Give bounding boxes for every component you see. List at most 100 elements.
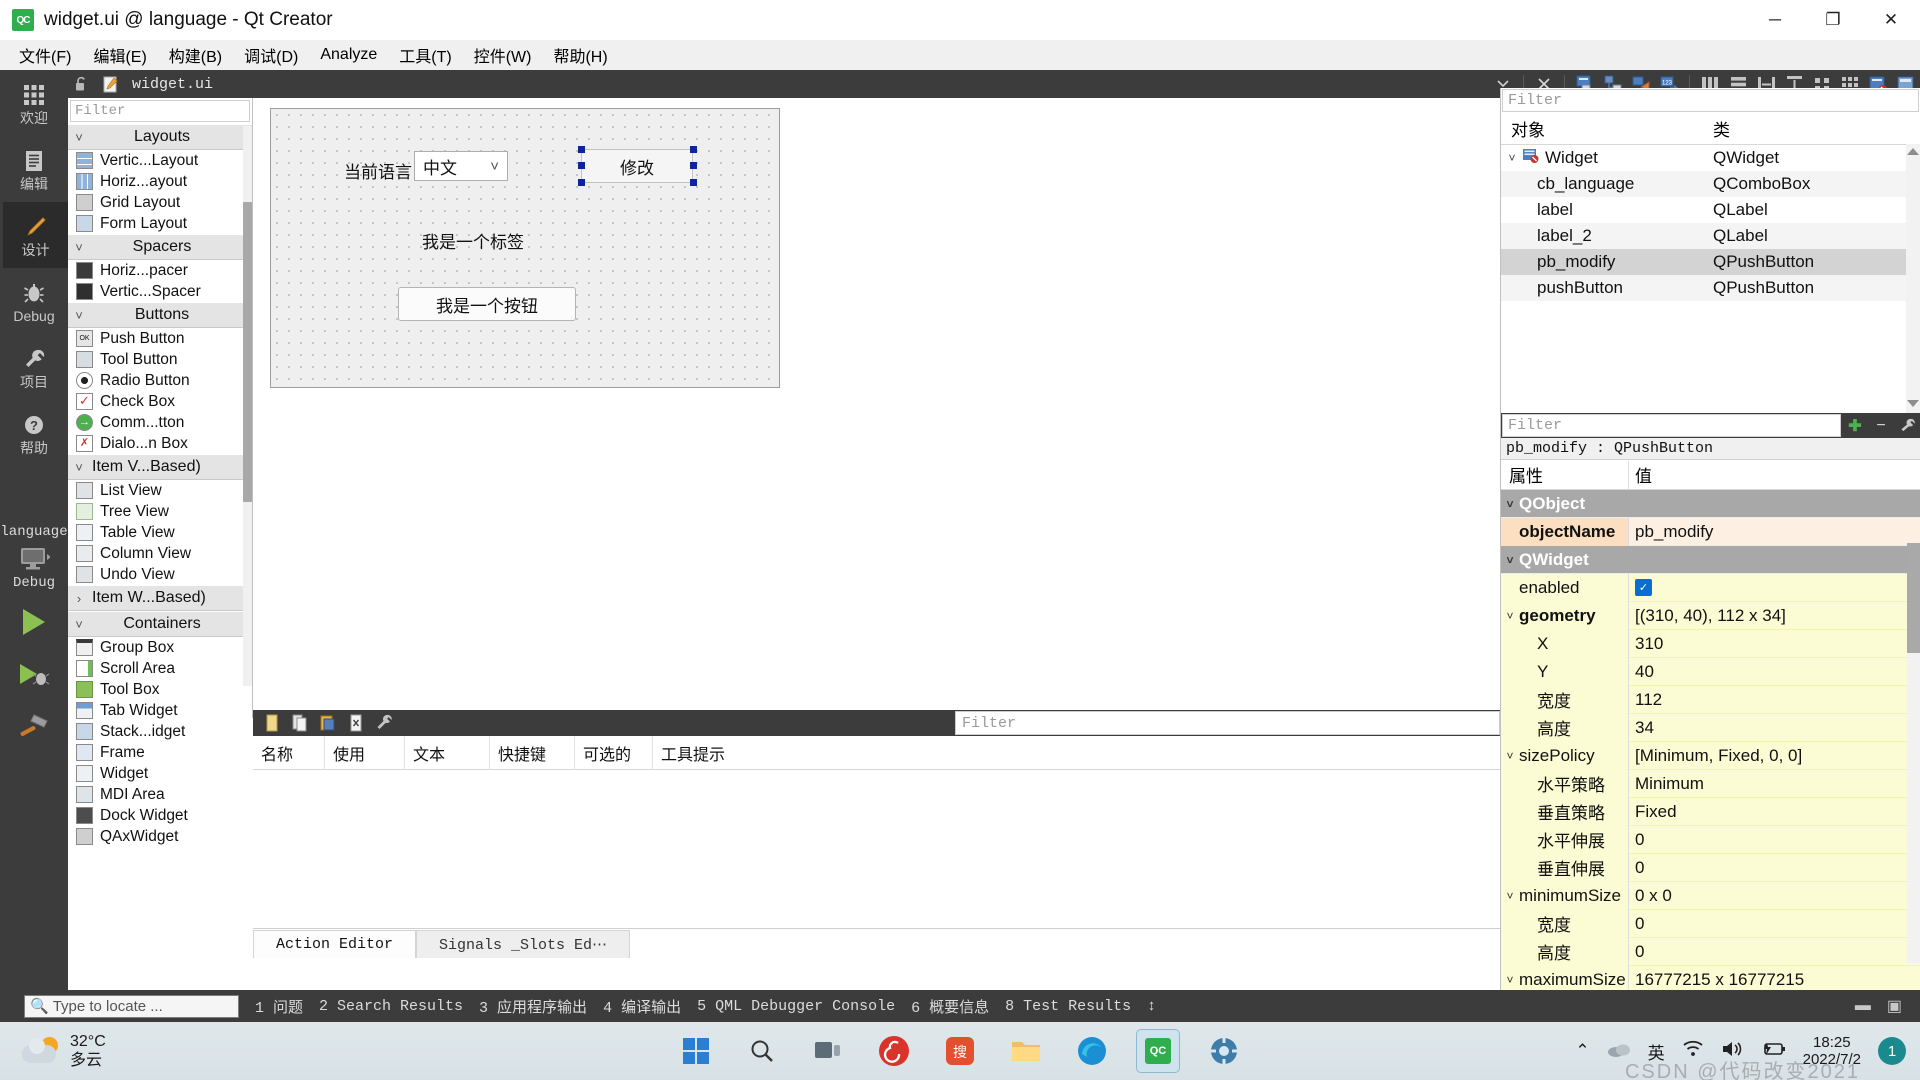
widget-item-column-view[interactable]: Column View <box>68 543 252 564</box>
property-group-qwidget[interactable]: ˅ QWidget <box>1501 546 1920 574</box>
enabled-checkbox[interactable]: ✓ <box>1635 579 1652 596</box>
widget-item-tab-widget[interactable]: Tab Widget <box>68 700 252 721</box>
chevron-down-icon[interactable]: ˅ <box>1501 609 1519 623</box>
object-col-class[interactable]: 类 <box>1713 116 1920 141</box>
mode-welcome[interactable]: 欢迎 <box>0 70 68 136</box>
property-editor-filter[interactable]: Filter <box>1502 414 1841 437</box>
action-col-tooltip[interactable]: 工具提示 <box>653 736 803 770</box>
property-row-geometry-width[interactable]: 宽度 112 <box>1501 685 1920 714</box>
wrench-icon[interactable] <box>1894 413 1920 438</box>
widget-item-tree-view[interactable]: Tree View <box>68 501 252 522</box>
app-qt-creator[interactable]: QC <box>1136 1029 1180 1073</box>
chevron-down-icon[interactable]: ˅ <box>1501 749 1519 763</box>
minimize-button[interactable]: ─ <box>1746 0 1804 40</box>
output-pane-compile-output[interactable]: 4 编译输出 <box>603 996 681 1017</box>
app-edge[interactable] <box>1070 1029 1114 1073</box>
object-row-push-button[interactable]: pushButton QPushButton <box>1501 275 1920 301</box>
resize-handle-bl[interactable] <box>578 179 585 186</box>
output-pane-issues[interactable]: 1 问题 <box>255 996 303 1017</box>
menu-debug[interactable]: 调试(D) <box>233 40 309 70</box>
widget-box-filter[interactable]: Filter <box>70 100 250 122</box>
widget-item-group-box[interactable]: Group Box <box>68 637 252 658</box>
action-col-checkable[interactable]: 可选的 <box>575 735 653 770</box>
form-button-modify[interactable]: 修改 <box>581 149 693 183</box>
mode-debug[interactable]: Debug <box>0 268 68 334</box>
widget-item-qax-widget[interactable]: QAxWidget <box>68 826 252 847</box>
tray-overflow-icon[interactable]: ⌃ <box>1575 1041 1589 1061</box>
widget-item-grid-layout[interactable]: Grid Layout <box>68 192 252 213</box>
copy-icon[interactable] <box>289 713 311 733</box>
property-row-geometry-y[interactable]: Y 40 <box>1501 657 1920 686</box>
widget-item-push-button[interactable]: OK Push Button <box>68 328 252 349</box>
taskbar-clock[interactable]: 18:25 2022/7/2 <box>1803 1034 1861 1069</box>
widget-box-scrollbar[interactable] <box>243 126 252 686</box>
action-col-name[interactable]: 名称 <box>253 735 325 770</box>
action-col-used[interactable]: 使用 <box>325 735 405 770</box>
widget-item-list-view[interactable]: List View <box>68 480 252 501</box>
object-row-widget[interactable]: ˅ Widget QWidget <box>1501 145 1920 171</box>
widget-item-dialog-button-box[interactable]: ✗ Dialo...n Box <box>68 433 252 454</box>
widget-item-table-view[interactable]: Table View <box>68 522 252 543</box>
widget-item-form-layout[interactable]: Form Layout <box>68 213 252 234</box>
property-value[interactable]: 0 <box>1629 858 1920 878</box>
form-label-center[interactable]: 我是一个标签 <box>422 228 524 253</box>
output-toggle-icon[interactable]: ▬ <box>1855 997 1871 1015</box>
property-row-objectname[interactable]: objectName pb_modify <box>1501 517 1920 546</box>
output-pane-app-output[interactable]: 3 应用程序输出 <box>479 996 587 1017</box>
form-canvas-area[interactable]: 当前语言： 中文 ˅ 修改 我是一个标签 我是一个按钮 <box>253 98 1500 718</box>
sidebar-toggle-icon[interactable]: ▣ <box>1887 996 1902 1016</box>
weather-widget[interactable]: 32°C 多云 <box>22 1032 106 1070</box>
notification-badge[interactable]: 1 <box>1878 1037 1906 1065</box>
object-row-pb-modify[interactable]: pb_modify QPushButton <box>1501 249 1920 275</box>
widget-item-horizontal-layout[interactable]: Horiz...ayout <box>68 171 252 192</box>
settings-icon[interactable] <box>373 713 395 733</box>
new-action-icon[interactable] <box>261 713 283 733</box>
run-button[interactable] <box>0 596 68 648</box>
mode-edit[interactable]: 编辑 <box>0 136 68 202</box>
property-editor-scrollbar[interactable] <box>1907 543 1920 963</box>
widget-item-command-link-button[interactable]: → Comm...tton <box>68 412 252 433</box>
property-row-vertical-stretch[interactable]: 垂直伸展 0 <box>1501 853 1920 882</box>
chevron-down-icon[interactable]: ˅ <box>1501 889 1519 903</box>
widget-item-widget[interactable]: Widget <box>68 763 252 784</box>
minus-icon[interactable]: − <box>1868 413 1894 438</box>
menu-build[interactable]: 构建(B) <box>158 40 233 70</box>
app-netease-music[interactable] <box>872 1029 916 1073</box>
maximize-button[interactable]: ❐ <box>1804 0 1862 40</box>
property-value[interactable]: 34 <box>1629 718 1920 738</box>
action-col-shortcut[interactable]: 快捷键 <box>490 735 575 770</box>
object-col-object[interactable]: 对象 <box>1501 116 1713 141</box>
property-row-sizepolicy[interactable]: ˅ sizePolicy [Minimum, Fixed, 0, 0] <box>1501 741 1920 770</box>
delete-icon[interactable] <box>345 713 367 733</box>
property-col-name[interactable]: 属性 <box>1501 460 1629 489</box>
search-button[interactable] <box>740 1029 784 1073</box>
menu-edit[interactable]: 编辑(E) <box>82 40 157 70</box>
scroll-down-icon[interactable] <box>1907 400 1919 407</box>
output-pane-overview[interactable]: 6 概要信息 <box>911 996 989 1017</box>
widget-group-item-views[interactable]: ˅ Item V...Based) <box>68 454 252 480</box>
form-widget[interactable]: 当前语言： 中文 ˅ 修改 我是一个标签 我是一个按钮 <box>270 108 780 388</box>
object-row-cb-language[interactable]: cb_language QComboBox <box>1501 171 1920 197</box>
paste-icon[interactable] <box>317 713 339 733</box>
menu-tools[interactable]: 工具(T) <box>388 40 462 70</box>
property-row-minimumsize-height[interactable]: 高度 0 <box>1501 937 1920 966</box>
widget-item-undo-view[interactable]: Undo View <box>68 564 252 585</box>
chevron-down-icon[interactable]: ˅ <box>1501 151 1523 165</box>
widget-item-frame[interactable]: Frame <box>68 742 252 763</box>
tab-signals-slots-editor[interactable]: Signals _Slots Ed⋯ <box>416 930 631 958</box>
action-editor-rows[interactable] <box>253 770 1500 930</box>
mode-help[interactable]: ? 帮助 <box>0 400 68 466</box>
menu-widgets[interactable]: 控件(W) <box>463 40 543 70</box>
resize-handle-r[interactable] <box>690 162 697 169</box>
object-inspector-filter[interactable]: Filter <box>1502 89 1919 112</box>
tab-action-editor[interactable]: Action Editor <box>253 930 417 958</box>
widget-group-item-widgets[interactable]: › Item W...Based) <box>68 585 252 611</box>
resize-handle-l[interactable] <box>578 162 585 169</box>
current-file-name[interactable]: widget.ui <box>132 76 213 93</box>
battery-charging-icon[interactable] <box>1760 1041 1786 1062</box>
widget-item-scroll-area[interactable]: Scroll Area <box>68 658 252 679</box>
kit-selector-button[interactable]: Debug <box>0 540 68 596</box>
property-row-horizontal-policy[interactable]: 水平策略 Minimum <box>1501 769 1920 798</box>
start-button[interactable] <box>674 1029 718 1073</box>
resize-handle-tr[interactable] <box>690 146 697 153</box>
